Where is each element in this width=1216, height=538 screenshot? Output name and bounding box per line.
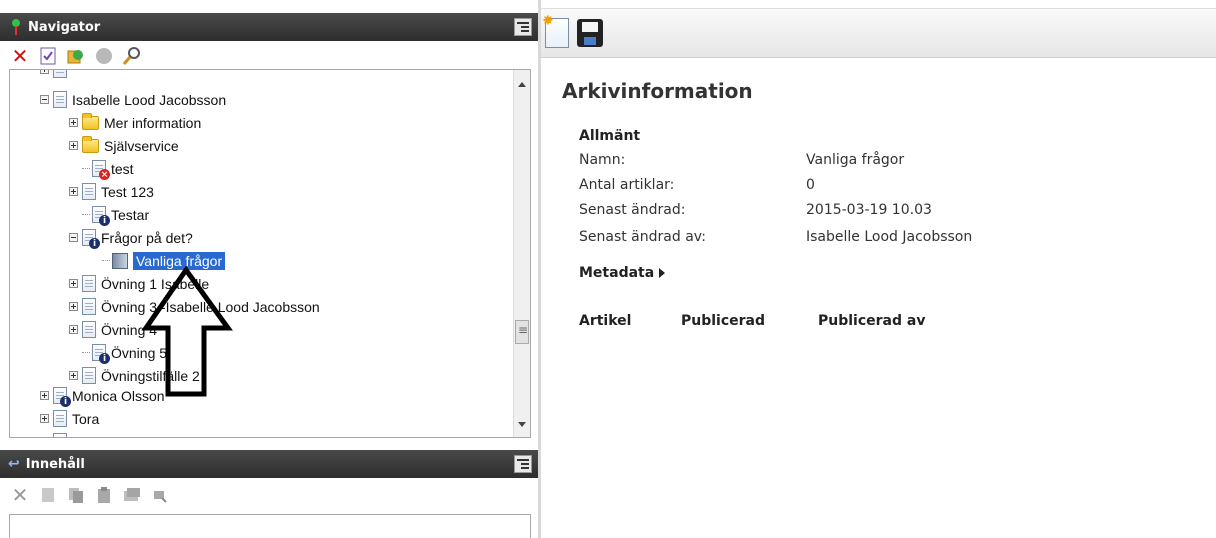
checklist-icon[interactable]: [38, 485, 58, 505]
page-icon: [53, 91, 67, 108]
scroll-thumb[interactable]: [515, 320, 529, 344]
folder-icon: [82, 112, 99, 130]
collapse-icon[interactable]: [40, 95, 49, 104]
content-toolbar: ✕: [0, 482, 540, 508]
tree-item-sjalvservice[interactable]: Självservice: [69, 134, 179, 157]
annotation-arrow-icon: [141, 266, 233, 397]
expand-icon[interactable]: [69, 279, 78, 288]
tree-item-testar[interactable]: i Testar: [69, 203, 149, 226]
field-label-last-modified-by: Senast ändrad av:: [579, 229, 707, 245]
panel-splitter[interactable]: [538, 0, 541, 538]
scroll-up-icon[interactable]: [518, 82, 526, 87]
circle-icon[interactable]: [94, 46, 114, 66]
expand-icon[interactable]: [40, 414, 49, 423]
navigator-menu-button[interactable]: [514, 18, 532, 36]
tree-item-test[interactable]: × test: [69, 157, 134, 180]
paste-icon[interactable]: [94, 485, 114, 505]
field-label-name: Namn:: [579, 152, 626, 168]
section-general: Allmänt: [579, 128, 641, 144]
expand-icon[interactable]: [69, 118, 78, 127]
page-icon: [82, 367, 96, 384]
column-header-article: Artikel: [579, 313, 632, 329]
chevron-right-icon: [659, 268, 666, 278]
column-header-published: Publicerad: [681, 313, 766, 329]
column-header-published-by: Publicerad av: [818, 313, 926, 329]
tree-item-mer-information[interactable]: Mer information: [69, 111, 201, 134]
sync-icon[interactable]: [66, 46, 86, 66]
page-info-icon: i: [82, 229, 100, 249]
navigator-toolbar: ✕: [0, 43, 540, 69]
content-list: [9, 514, 531, 538]
field-value-last-modified: 2015-03-19 10.03: [806, 202, 932, 218]
archive-icon: [112, 252, 128, 269]
editor-toolbar: [541, 8, 1216, 58]
field-value-last-modified-by: Isabelle Lood Jacobsson: [806, 229, 973, 245]
delete-icon[interactable]: ✕: [10, 483, 30, 507]
search-icon[interactable]: [122, 46, 142, 66]
metadata-toggle[interactable]: Metadata: [579, 265, 666, 281]
page-icon: [82, 275, 96, 292]
tree-scrollbar[interactable]: [513, 70, 530, 437]
expand-icon[interactable]: [69, 302, 78, 311]
page-icon: [82, 298, 96, 315]
expand-icon[interactable]: [69, 371, 78, 380]
tree-item-tora[interactable]: Tora: [40, 407, 99, 430]
delete-icon[interactable]: ✕: [10, 44, 30, 68]
field-value-name: Vanliga frågor: [806, 152, 905, 168]
save-icon[interactable]: [577, 19, 603, 47]
navigator-tree: Isabelle Lood Jacobsson Mer information …: [9, 69, 531, 438]
left-panel: Navigator ✕ Isabelle Lood Jacobsson Mer …: [0, 0, 540, 538]
new-document-icon[interactable]: [542, 13, 569, 48]
page-info-icon: i: [92, 206, 110, 226]
content-header: ↩ Innehåll: [0, 450, 540, 478]
page-icon: [82, 321, 96, 338]
tree-item-test-123[interactable]: Test 123: [69, 180, 154, 203]
field-value-article-count: 0: [806, 177, 815, 193]
stack-icon[interactable]: [122, 485, 142, 505]
checklist-icon[interactable]: [38, 46, 58, 66]
expand-icon[interactable]: [40, 391, 49, 400]
pin-icon: [10, 19, 22, 35]
navigator-header: Navigator: [0, 13, 540, 41]
expand-icon[interactable]: [69, 325, 78, 334]
copy-icon[interactable]: [66, 485, 86, 505]
navigator-title: Navigator: [28, 19, 101, 35]
collapse-icon[interactable]: [69, 233, 78, 242]
folder-icon: [82, 135, 99, 153]
field-label-last-modified: Senast ändrad:: [579, 202, 686, 218]
field-label-article-count: Antal artiklar:: [579, 177, 675, 193]
page-error-icon: ×: [92, 160, 110, 180]
tree-row-clipped-top: [40, 70, 76, 81]
content-title: Innehåll: [25, 456, 85, 472]
search-icon[interactable]: [150, 485, 170, 505]
metadata-label: Metadata: [579, 265, 655, 281]
tree-row-clipped-bottom: [40, 430, 72, 437]
page-icon: [53, 410, 67, 427]
tree-item-fragor-pa-det[interactable]: i Frågor på det?: [69, 226, 193, 249]
scroll-down-icon[interactable]: [518, 422, 526, 427]
page-info-icon: i: [53, 387, 71, 407]
content-menu-button[interactable]: [514, 455, 532, 473]
content-icon: ↩: [8, 456, 20, 472]
tree-item-isabelle[interactable]: Isabelle Lood Jacobsson: [40, 88, 226, 111]
page-icon: [82, 183, 96, 200]
page-title: Arkivinformation: [562, 79, 753, 103]
page-info-icon: i: [92, 344, 110, 364]
expand-icon[interactable]: [69, 187, 78, 196]
expand-icon[interactable]: [69, 141, 78, 150]
